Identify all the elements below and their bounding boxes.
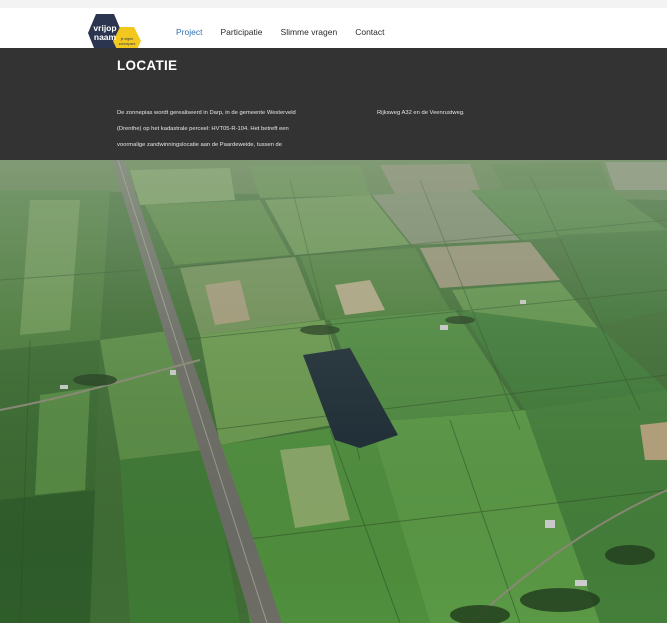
nav-item-project[interactable]: Project (176, 27, 202, 37)
logo-tagline-line2: zonnepark (119, 42, 136, 46)
main-nav: Project Participatie Slimme vragen Conta… (176, 27, 385, 37)
section-title: LOCATIE (117, 58, 178, 73)
aerial-photo-icon (0, 160, 667, 623)
nav-item-participatie[interactable]: Participatie (220, 27, 262, 37)
paragraph-line: voormalige zandwinningslocatie aan de Pa… (117, 142, 282, 148)
logo-word-line2: naam (94, 32, 117, 42)
haze (0, 160, 667, 623)
logo-tagline-line1: je eigen (120, 37, 134, 41)
nav-item-contact[interactable]: Contact (355, 27, 384, 37)
site-header: vrijop naam je eigen zonnepark Project P… (0, 8, 667, 56)
nav-item-slimme-vragen[interactable]: Slimme vragen (281, 27, 338, 37)
location-section: LOCATIE De zonnepias wordt gerealiseerd … (0, 48, 667, 160)
location-paragraph-col1: De zonnepias wordt gerealiseerd in Darp,… (117, 105, 367, 153)
top-strip (0, 0, 667, 8)
paragraph-line: (Drenthe) op het kadastrale perceel: HVT… (117, 126, 289, 132)
paragraph-line: De zonnepias wordt gerealiseerd in Darp,… (117, 110, 296, 116)
location-paragraph-col2: Rijksweg A32 en de Veenrustweg. (377, 105, 597, 121)
paragraph-line: Rijksweg A32 en de Veenrustweg. (377, 110, 465, 116)
